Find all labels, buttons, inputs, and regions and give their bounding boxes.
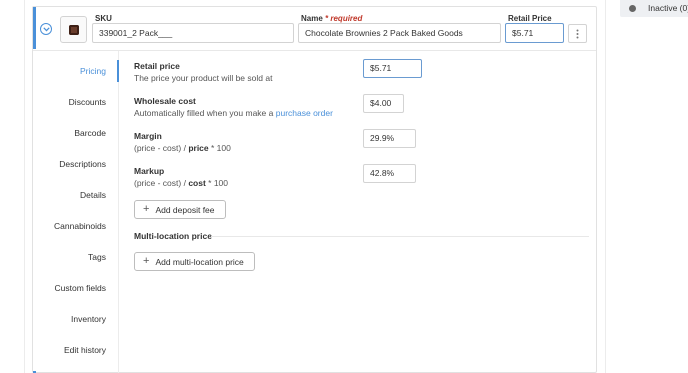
- status-inactive-label: Inactive (0): [648, 3, 688, 13]
- nav-item-pricing[interactable]: Pricing: [80, 66, 106, 76]
- add-multi-location-price-label: Add multi-location price: [155, 256, 244, 267]
- product-card: SKU 339001_2 Pack___ Name * required Cho…: [32, 6, 597, 373]
- vertical-ellipsis-icon[interactable]: [568, 24, 587, 43]
- name-label: Name * required: [301, 14, 363, 23]
- markup-field: 42.8%: [363, 164, 416, 183]
- retail-price-field[interactable]: $5.71: [363, 59, 422, 78]
- multi-location-price-title: Multi-location price: [134, 231, 212, 241]
- nav-item-barcode[interactable]: Barcode: [74, 128, 106, 138]
- product-sidebar-nav: Pricing Discounts Barcode Descriptions D…: [33, 51, 119, 373]
- nav-item-details[interactable]: Details: [80, 190, 106, 200]
- sku-label: SKU: [95, 14, 112, 23]
- add-deposit-fee-button[interactable]: + Add deposit fee: [134, 200, 226, 219]
- purchase-order-link[interactable]: purchase order: [276, 108, 333, 118]
- product-image: [68, 24, 79, 35]
- add-deposit-fee-label: Add deposit fee: [155, 204, 215, 215]
- status-filter-inactive[interactable]: Inactive (0): [620, 0, 688, 17]
- nav-item-tags[interactable]: Tags: [88, 252, 106, 262]
- margin-title: Margin: [134, 131, 162, 141]
- retail-price-desc: The price your product will be sold at: [134, 73, 273, 83]
- nav-item-inventory[interactable]: Inventory: [71, 314, 106, 324]
- product-thumbnail[interactable]: [60, 16, 87, 43]
- nav-item-discounts[interactable]: Discounts: [69, 97, 106, 107]
- retail-price-input[interactable]: $5.71: [505, 23, 564, 43]
- nav-active-indicator: [117, 60, 119, 82]
- chevron-down-circle-icon[interactable]: [40, 23, 52, 35]
- plus-icon: +: [143, 255, 150, 267]
- status-dot-icon: [629, 5, 636, 12]
- nav-item-descriptions[interactable]: Descriptions: [59, 159, 106, 169]
- sku-input[interactable]: 339001_2 Pack___: [92, 23, 294, 43]
- markup-formula: (price - cost) / cost * 100: [134, 178, 229, 188]
- wholesale-cost-desc: Automatically filled when you make a pur…: [134, 108, 333, 118]
- name-input[interactable]: Chocolate Brownies 2 Pack Baked Goods: [298, 23, 501, 43]
- nav-item-custom-fields[interactable]: Custom fields: [55, 283, 107, 293]
- retail-price-label: Retail Price: [508, 14, 552, 23]
- required-marker: * required: [325, 14, 363, 23]
- margin-field: 29.9%: [363, 129, 416, 148]
- margin-formula: (price - cost) / price * 100: [134, 143, 231, 153]
- plus-icon: +: [143, 203, 150, 215]
- retail-price-title: Retail price: [134, 61, 180, 71]
- product-header: SKU 339001_2 Pack___ Name * required Cho…: [33, 7, 596, 51]
- nav-item-cannabinoids[interactable]: Cannabinoids: [54, 221, 106, 231]
- add-multi-location-price-button[interactable]: + Add multi-location price: [134, 252, 255, 271]
- section-divider: [211, 236, 589, 237]
- wholesale-cost-title: Wholesale cost: [134, 96, 196, 106]
- markup-title: Markup: [134, 166, 165, 176]
- wholesale-cost-field[interactable]: $4.00: [363, 94, 404, 113]
- nav-item-edit-history[interactable]: Edit history: [64, 345, 106, 355]
